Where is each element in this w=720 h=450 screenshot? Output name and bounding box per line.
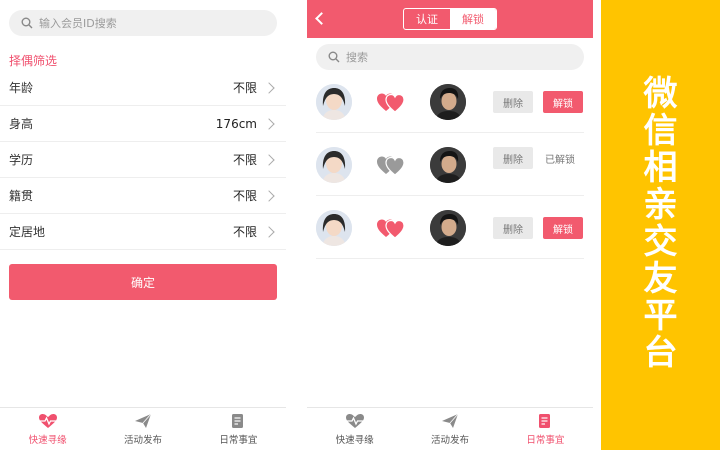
filter-row-age[interactable]: 年龄 不限 [0, 70, 286, 106]
delete-button[interactable]: 删除 [493, 91, 533, 113]
promo-banner: 微信相亲交友平台 [601, 0, 720, 450]
filter-value: 不限 [232, 153, 257, 167]
tab-activity-publish[interactable]: 活动发布 [402, 408, 497, 450]
female-avatar[interactable] [316, 210, 352, 246]
filter-label: 身高 [9, 117, 34, 131]
header-bar: 认证 解锁 [307, 0, 593, 38]
member-search-bar[interactable] [9, 10, 277, 36]
tab-quick-match[interactable]: 快速寻缘 [0, 408, 95, 450]
tab-label: 快速寻缘 [335, 434, 374, 446]
tab-quick-match[interactable]: 快速寻缘 [307, 408, 402, 450]
filter-value: 不限 [232, 189, 257, 203]
filter-row-residence[interactable]: 定居地 不限 [0, 214, 286, 250]
filter-label: 年龄 [9, 81, 34, 95]
chevron-right-icon [263, 153, 275, 166]
chevron-right-icon [263, 81, 275, 94]
filter-row-education[interactable]: 学历 不限 [0, 142, 286, 178]
filter-value: 不限 [232, 225, 257, 239]
filter-label: 学历 [9, 153, 34, 167]
member-id-search-input[interactable] [39, 16, 259, 30]
filter-screen: 择偶筛选 年龄 不限 身高 176cm 学历 不限 籍贯 不限 定居地 不限 确… [0, 0, 286, 450]
filter-list: 年龄 不限 身高 176cm 学历 不限 籍贯 不限 定居地 不限 [0, 70, 286, 250]
banner-title: 微信相亲交友平台 [643, 73, 678, 373]
filter-value: 不限 [232, 81, 257, 95]
document-edit-icon [535, 413, 555, 429]
female-avatar[interactable] [316, 84, 352, 120]
delete-button[interactable]: 删除 [493, 147, 533, 169]
tab-daily-affairs[interactable]: 日常事宜 [191, 408, 286, 450]
tab-activity-publish[interactable]: 活动发布 [95, 408, 190, 450]
tab-label: 日常事宜 [219, 434, 258, 446]
unlock-button[interactable]: 解锁 [543, 91, 583, 113]
section-title: 择偶筛选 [9, 54, 58, 68]
filter-row-height[interactable]: 身高 176cm [0, 106, 286, 142]
tab-daily-affairs[interactable]: 日常事宜 [498, 408, 593, 450]
chevron-right-icon [263, 189, 275, 202]
tab-label: 活动发布 [430, 434, 469, 446]
filter-label: 定居地 [9, 225, 46, 239]
heartbeat-icon [38, 413, 58, 429]
match-heart-icon [377, 219, 405, 239]
tab-verify[interactable]: 认证 [404, 9, 450, 29]
bottom-tab-bar: 快速寻缘 活动发布 日常事宜 [307, 407, 593, 450]
back-arrow-icon[interactable] [315, 12, 328, 25]
match-row: 删除 解锁 [316, 196, 584, 259]
unlock-button[interactable]: 解锁 [543, 217, 583, 239]
bottom-tab-bar: 快速寻缘 活动发布 日常事宜 [0, 407, 286, 450]
delete-button[interactable]: 删除 [493, 217, 533, 239]
tab-label: 活动发布 [123, 434, 162, 446]
match-heart-icon [377, 156, 405, 176]
female-avatar[interactable] [316, 147, 352, 183]
male-avatar[interactable] [430, 84, 466, 120]
tab-label: 日常事宜 [526, 434, 565, 446]
unlock-screen: 认证 解锁 搜索 删除 解锁 删除 已解锁 删除 解锁 快速寻缘 活动发布 日常… [307, 0, 593, 450]
confirm-button[interactable]: 确定 [9, 264, 277, 300]
filter-row-hometown[interactable]: 籍贯 不限 [0, 178, 286, 214]
search-icon [328, 51, 340, 63]
search-icon [21, 17, 33, 29]
paper-plane-icon [440, 413, 460, 429]
match-row: 删除 解锁 [316, 70, 584, 133]
filter-label: 籍贯 [9, 189, 34, 203]
match-heart-icon [377, 93, 405, 113]
match-list: 删除 解锁 删除 已解锁 删除 解锁 [316, 70, 584, 259]
unlocked-status: 已解锁 [545, 155, 575, 166]
filter-value: 176cm [215, 116, 257, 131]
segmented-control: 认证 解锁 [403, 8, 497, 30]
heartbeat-icon [345, 413, 365, 429]
chevron-right-icon [263, 225, 275, 238]
search-input[interactable] [346, 50, 566, 64]
male-avatar[interactable] [430, 147, 466, 183]
male-avatar[interactable] [430, 210, 466, 246]
paper-plane-icon [133, 413, 153, 429]
chevron-right-icon [263, 117, 275, 130]
match-row: 删除 已解锁 [316, 133, 584, 196]
search-bar[interactable] [316, 44, 584, 70]
document-edit-icon [228, 413, 248, 429]
tab-label: 快速寻缘 [28, 434, 67, 446]
tab-unlock[interactable]: 解锁 [450, 9, 496, 29]
